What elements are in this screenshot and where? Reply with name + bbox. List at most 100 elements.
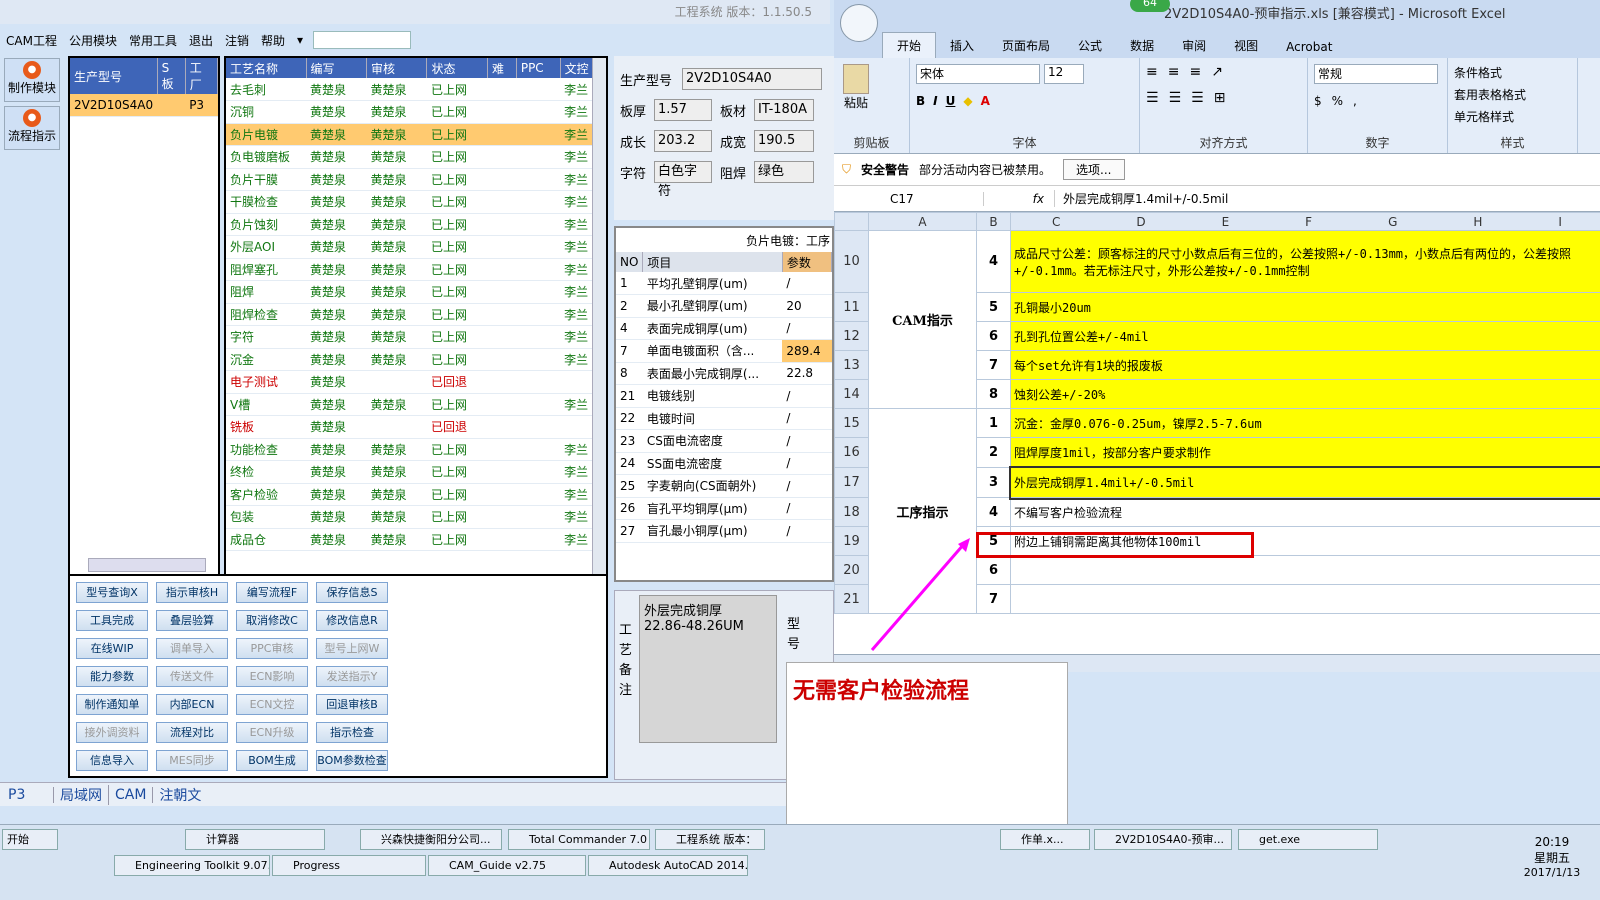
- taskbar-button[interactable]: 兴森快捷衡阳分公司...: [360, 829, 502, 850]
- table-row[interactable]: 26 盲孔平均铜厚(μm) /: [616, 497, 832, 520]
- taskbar-button[interactable]: 工程系统 版本：: [655, 829, 765, 850]
- office-button[interactable]: [840, 4, 878, 42]
- taskbar-button[interactable]: 2V2D10S4A0-预审...: [1094, 829, 1232, 850]
- menu-tools[interactable]: 常用工具: [123, 32, 183, 49]
- row-header[interactable]: 10: [834, 230, 869, 293]
- table-row[interactable]: 电子测试 黄楚泉 已回退: [226, 370, 606, 394]
- table-row[interactable]: 8 表面最小完成铜厚(... 22.8: [616, 362, 832, 385]
- taskbar-button[interactable]: get.exe: [1238, 829, 1378, 850]
- ribbon-tab[interactable]: 插入: [936, 33, 988, 58]
- sheet-cell[interactable]: 4: [976, 497, 1011, 527]
- section-label[interactable]: CAM指示: [868, 230, 977, 409]
- table-row[interactable]: 沉铜 黄楚泉 黄楚泉 已上网 李兰: [226, 100, 606, 124]
- sheet-cell[interactable]: 3: [976, 467, 1011, 498]
- action-button[interactable]: ECN升级: [236, 722, 308, 743]
- row-header[interactable]: 11: [834, 292, 869, 322]
- model-field[interactable]: 2V2D10S4A0: [682, 68, 822, 90]
- mat-field[interactable]: IT-180A: [754, 99, 814, 121]
- col-header-c[interactable]: C D E F G H I: [1010, 212, 1600, 231]
- action-button[interactable]: BOM参数检查: [316, 750, 388, 771]
- table-row[interactable]: 22 电镀时间 /: [616, 407, 832, 430]
- table-row[interactable]: 4 表面完成铜厚(um) /: [616, 317, 832, 340]
- table-row[interactable]: 成品仓 黄楚泉 黄楚泉 已上网 李兰: [226, 528, 606, 551]
- col-header[interactable]: 状态: [426, 58, 488, 78]
- action-button[interactable]: 回退审核B: [316, 694, 388, 715]
- sheet-cell[interactable]: 每个set允许有1块的报废板: [1010, 350, 1600, 380]
- make-module-button[interactable]: ● 制作模块: [4, 58, 60, 102]
- col-header[interactable]: 生产型号: [70, 58, 158, 94]
- merge-icon[interactable]: ⊞: [1214, 90, 1226, 106]
- menu-public[interactable]: 公用模块: [63, 32, 123, 49]
- table-row[interactable]: 干膜检查 黄楚泉 黄楚泉 已上网 李兰: [226, 190, 606, 214]
- comma-icon[interactable]: ,: [1353, 94, 1357, 108]
- ribbon-tab[interactable]: 公式: [1064, 33, 1116, 58]
- start-button[interactable]: 开始: [2, 829, 58, 850]
- sheet-cell[interactable]: 不编写客户检验流程: [1010, 497, 1600, 527]
- table-row[interactable]: 阻焊 黄楚泉 黄楚泉 已上网 李兰: [226, 280, 606, 304]
- fill-color-icon[interactable]: ◆: [963, 94, 972, 108]
- ribbon-tab[interactable]: 开始: [882, 32, 937, 58]
- action-button[interactable]: MES同步: [156, 750, 228, 771]
- align-middle-icon[interactable]: ≡: [1168, 64, 1180, 80]
- action-button[interactable]: 指示检查: [316, 722, 388, 743]
- col-header[interactable]: PPC: [516, 58, 561, 78]
- sheet-cell[interactable]: 7: [976, 584, 1011, 614]
- action-button[interactable]: 型号上网W: [316, 638, 388, 659]
- action-button[interactable]: 调单导入: [156, 638, 228, 659]
- col-header[interactable]: NO: [616, 252, 644, 272]
- table-row[interactable]: 负片蚀刻 黄楚泉 黄楚泉 已上网 李兰: [226, 213, 606, 236]
- sheet-cell[interactable]: 孔铜最小20um: [1010, 292, 1600, 322]
- action-button[interactable]: 工具完成: [76, 610, 148, 631]
- action-button[interactable]: 编写流程F: [236, 582, 308, 603]
- table-row[interactable]: 功能检查 黄楚泉 黄楚泉 已上网 李兰: [226, 438, 606, 461]
- table-row[interactable]: 2 最小孔壁铜厚(um) 20: [616, 294, 832, 318]
- sheet-cell[interactable]: 成品尺寸公差：顾客标注的尺寸小数点后有三位的，公差按照+/-0.13mm，小数点…: [1010, 230, 1600, 293]
- taskbar-button[interactable]: Engineering Toolkit 9.07...: [114, 855, 270, 876]
- col-header[interactable]: 难: [487, 58, 517, 78]
- table-format-button[interactable]: 套用表格格式: [1454, 86, 1571, 108]
- wid-field[interactable]: 190.5: [754, 130, 814, 152]
- table-row[interactable]: 27 盲孔最小铜厚(μm) /: [616, 519, 832, 543]
- action-button[interactable]: 发送指示Y: [316, 666, 388, 687]
- taskbar-button[interactable]: CAM_Guide v2.75: [428, 855, 586, 876]
- v-scrollbar[interactable]: [592, 58, 606, 574]
- number-format-box[interactable]: 常规: [1314, 64, 1438, 84]
- sheet-cell[interactable]: 1: [976, 408, 1011, 438]
- paste-button[interactable]: 粘贴: [840, 64, 872, 111]
- sheet-cell[interactable]: 阻焊厚度1mil，按部分客户要求制作: [1010, 437, 1600, 468]
- table-row[interactable]: 终检 黄楚泉 黄楚泉 已上网 李兰: [226, 460, 606, 484]
- sheet-cell[interactable]: [1010, 584, 1600, 614]
- sheet-cell[interactable]: 沉金：金厚0.076-0.25um，镍厚2.5-7.6um: [1010, 408, 1600, 438]
- action-button[interactable]: BOM生成: [236, 750, 308, 771]
- action-button[interactable]: 内部ECN: [156, 694, 228, 715]
- options-button[interactable]: 选项...: [1063, 159, 1125, 180]
- col-header-a[interactable]: A: [868, 212, 977, 231]
- row-header[interactable]: 16: [834, 437, 869, 468]
- formula-input[interactable]: 外层完成铜厚1.4mil+/-0.5mil: [1054, 190, 1600, 207]
- table-row[interactable]: 25 字麦朝向(CS面朝外) /: [616, 474, 832, 498]
- sheet-cell[interactable]: 5: [976, 292, 1011, 322]
- table-row[interactable]: 沉金 黄楚泉 黄楚泉 已上网 李兰: [226, 348, 606, 371]
- sheet-cell[interactable]: 孔到孔位置公差+/-4mil: [1010, 321, 1600, 351]
- currency-icon[interactable]: $: [1314, 94, 1322, 108]
- clock[interactable]: 20:19 星期五 2017/1/13: [1512, 835, 1592, 879]
- table-row[interactable]: 包装 黄楚泉 黄楚泉 已上网 李兰: [226, 505, 606, 529]
- h-scrollbar[interactable]: [88, 558, 206, 572]
- taskbar-button[interactable]: Autodesk AutoCAD 2014...: [588, 855, 748, 876]
- align-bottom-icon[interactable]: ≡: [1189, 64, 1201, 80]
- sheet-cell[interactable]: 8: [976, 379, 1011, 409]
- table-row[interactable]: 负片干膜 黄楚泉 黄楚泉 已上网 李兰: [226, 168, 606, 191]
- flow-guide-button[interactable]: ● 流程指示: [4, 106, 60, 150]
- action-button[interactable]: ECN影响: [236, 666, 308, 687]
- col-header[interactable]: 工艺名称: [226, 58, 307, 78]
- fx-icon[interactable]: fx: [984, 192, 1054, 206]
- row-header[interactable]: 14: [834, 379, 869, 409]
- name-box[interactable]: C17: [834, 191, 984, 206]
- table-row[interactable]: 字符 黄楚泉 黄楚泉 已上网 李兰: [226, 325, 606, 349]
- col-header[interactable]: 编写: [306, 58, 367, 78]
- bold-icon[interactable]: B: [916, 94, 925, 108]
- table-row[interactable]: 7 单面电镀面积（含... 289.4: [616, 339, 832, 363]
- remark-box[interactable]: 外层完成铜厚 22.86-48.26UM: [639, 595, 777, 743]
- col-header[interactable]: S板: [157, 58, 186, 94]
- underline-icon[interactable]: U: [946, 94, 956, 108]
